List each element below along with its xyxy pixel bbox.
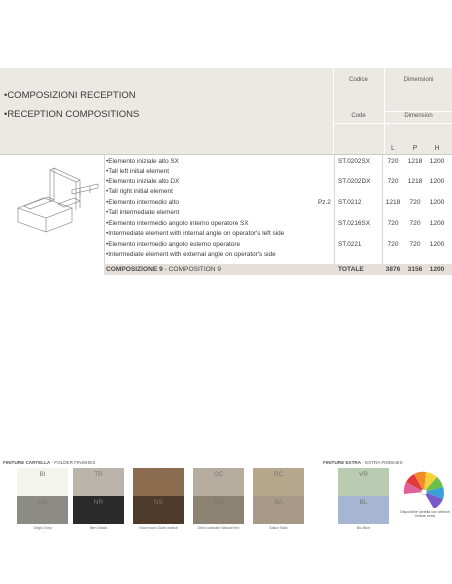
extra-finishes-title: FINITURE EXTRA - EXTRA FINISHES <box>323 460 403 465</box>
row-divider <box>0 154 452 155</box>
row-p: 720 <box>409 220 421 227</box>
row-code: ST.0221 <box>338 241 362 248</box>
row-code: ST.0202SX <box>338 158 370 165</box>
row-l: 720 <box>387 220 399 227</box>
row-l: 720 <box>387 158 399 165</box>
row-desc-it: •Elemento iniziale alto DX <box>106 178 180 185</box>
pieces-label: Pz.2 <box>318 199 331 206</box>
row-h: 1200 <box>429 199 445 206</box>
row-desc-en: •Intermediate element with external angl… <box>106 251 276 258</box>
swatch-code: NC <box>153 471 164 478</box>
swatch-name: Noce scuro Dark walnut <box>139 526 178 530</box>
total-label-en: COMPOSITION 9 <box>168 266 222 273</box>
swatch-code: BI <box>39 471 46 478</box>
folder-finishes-title: FINITURE CARTELLA - FOLDER FINISHES <box>3 460 95 465</box>
row-desc-en: •Tall left initial element <box>106 168 169 175</box>
swatch-code: ON <box>213 499 224 506</box>
row-code: ST.0212 <box>338 199 362 206</box>
row-h: 1200 <box>429 241 445 248</box>
row-desc-en: •Tall right initial element <box>106 188 173 195</box>
total-label: COMPOSIZIONE 9 - COMPOSITION 9 <box>106 266 221 273</box>
col-h: H <box>434 145 440 152</box>
row-l: 1218 <box>385 199 401 206</box>
header-divider <box>333 123 452 124</box>
row-p: 1218 <box>407 158 423 165</box>
col-code-it: Codice <box>349 77 368 83</box>
column-divider <box>334 155 335 264</box>
row-desc-en: •Intermediate element with internal angl… <box>106 230 285 237</box>
extra-finishes-title-bold: FINITURE EXTRA <box>323 460 362 465</box>
row-h: 1200 <box>429 220 445 227</box>
swatch-name: Grigio Grey <box>33 526 52 530</box>
swatch-code: BL <box>359 499 368 506</box>
col-dim-en: Dimension <box>404 113 433 119</box>
row-h: 1200 <box>429 158 445 165</box>
row-desc-it: •Elemento intermedio angolo interno oper… <box>106 220 249 227</box>
swatch-name: Salice Salix <box>269 526 288 530</box>
folder-finishes-title-bold: FINITURE CARTELLA <box>3 460 51 465</box>
row-code: ST.0216SX <box>338 220 370 227</box>
swatch-code: GR <box>37 499 48 506</box>
row-code: ST.0202DX <box>338 178 371 185</box>
total-word: TOTALE <box>338 266 364 273</box>
row-desc-it: •Elemento intermedio angolo esterno oper… <box>106 241 241 248</box>
col-dim-it: Dimensioni <box>403 77 434 83</box>
col-p: P <box>412 145 418 152</box>
total-h: 1200 <box>429 266 445 273</box>
swatch-code: RC <box>273 471 284 478</box>
row-desc-en: •Tall intermediate element <box>106 209 180 216</box>
swatch-name: Olmo naturale Natural elm <box>197 526 240 530</box>
swatch-code: TR <box>94 471 103 478</box>
color-fan-note: Disponibile cartella con ulteriori finit… <box>400 510 450 519</box>
color-fan-icon <box>403 471 444 508</box>
row-l: 720 <box>387 241 399 248</box>
swatch-name: Blu Blue <box>356 526 371 530</box>
row-l: 720 <box>387 178 399 185</box>
column-divider <box>104 155 105 275</box>
folder-finishes-title-rest: - FOLDER FINISHES <box>50 460 96 465</box>
col-code-en: Code <box>351 113 366 119</box>
total-l: 3876 <box>385 266 401 273</box>
swatch-code: OC <box>213 471 224 478</box>
swatch-name: Nero Black <box>89 526 108 530</box>
row-desc-it: •Elemento iniziale alto SX <box>106 158 179 165</box>
title-english: •RECEPTION COMPOSITIONS <box>4 109 140 120</box>
title-italian: •COMPOSIZIONI RECEPTION <box>4 90 136 101</box>
swatch-code: NS <box>154 499 163 506</box>
header-divider <box>384 111 452 112</box>
row-desc-it: •Elemento intermedio alto <box>106 199 179 206</box>
row-p: 720 <box>409 241 421 248</box>
swatch-code: NR <box>93 499 104 506</box>
row-p: 1218 <box>407 178 423 185</box>
reception-desk-drawing <box>17 167 99 233</box>
row-h: 1200 <box>429 178 445 185</box>
total-p: 3156 <box>407 266 423 273</box>
row-p: 720 <box>409 199 421 206</box>
total-label-it: COMPOSIZIONE 9 <box>106 266 163 273</box>
extra-finishes-title-rest: - EXTRA FINISHES <box>361 460 403 465</box>
col-l: L <box>391 145 395 152</box>
swatch-code: VR <box>359 471 368 478</box>
swatch-code: SA <box>274 499 283 506</box>
